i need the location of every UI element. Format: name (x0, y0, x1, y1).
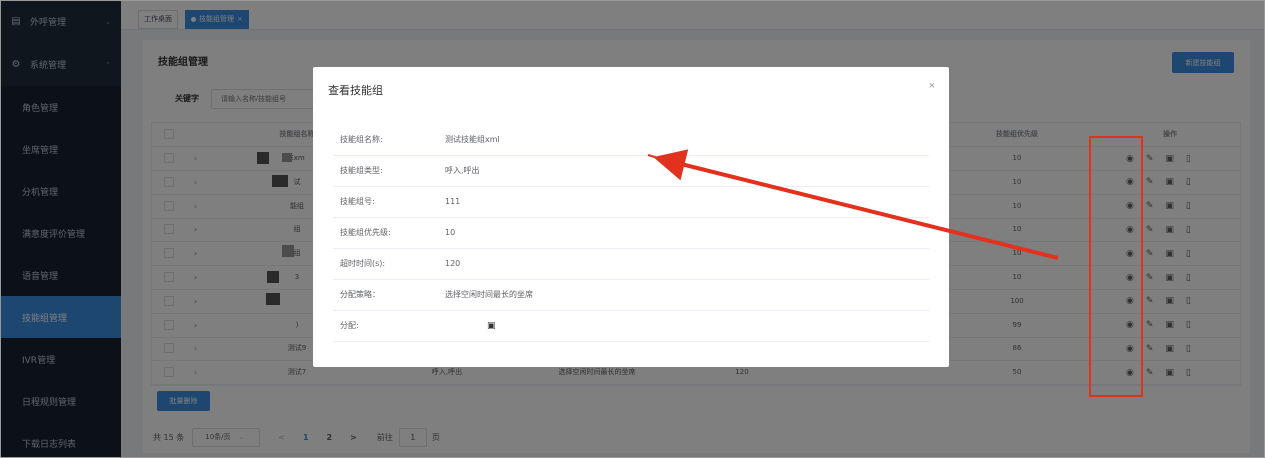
field-value: 选择空闲时间最长的坐席 (445, 290, 533, 299)
field-label: 超时时间(s): (340, 259, 386, 268)
close-icon[interactable]: × (929, 80, 935, 92)
dialog-field-row: 超时时间(s): 120 (333, 249, 929, 280)
dialog-field-row: 分配策略： 选择空闲时间最长的坐席 (333, 280, 929, 311)
field-value: 测试技能组xml (445, 135, 500, 144)
view-skill-group-dialog: 查看技能组 × 技能组名称: 测试技能组xml 技能组类型: 呼入,呼出 技能组号:… (313, 67, 949, 367)
field-value: 111 (445, 197, 461, 206)
field-value: 10 (445, 228, 456, 237)
dialog-field-row: 技能组名称: 测试技能组xml (333, 125, 929, 156)
dialog-field-row: 分配: ▣ (333, 311, 929, 342)
dialog-field-row: 技能组优先级: 10 (333, 218, 929, 249)
field-label: 技能组号: (340, 197, 375, 206)
field-label: 分配策略： (340, 290, 380, 299)
field-value: 120 (445, 259, 461, 268)
clipboard-icon[interactable]: ▣ (487, 311, 496, 341)
annotation-highlight-box (1089, 136, 1143, 397)
field-label: 技能组类型: (340, 166, 383, 175)
dialog-field-row: 技能组号: 111 (333, 187, 929, 218)
field-value: 呼入,呼出 (445, 166, 480, 175)
field-label: 分配: (340, 321, 359, 330)
dialog-title: 查看技能组 (328, 84, 383, 97)
field-label: 技能组优先级: (340, 228, 391, 237)
field-label: 技能组名称: (340, 135, 383, 144)
dialog-field-row: 技能组类型: 呼入,呼出 (333, 156, 929, 187)
